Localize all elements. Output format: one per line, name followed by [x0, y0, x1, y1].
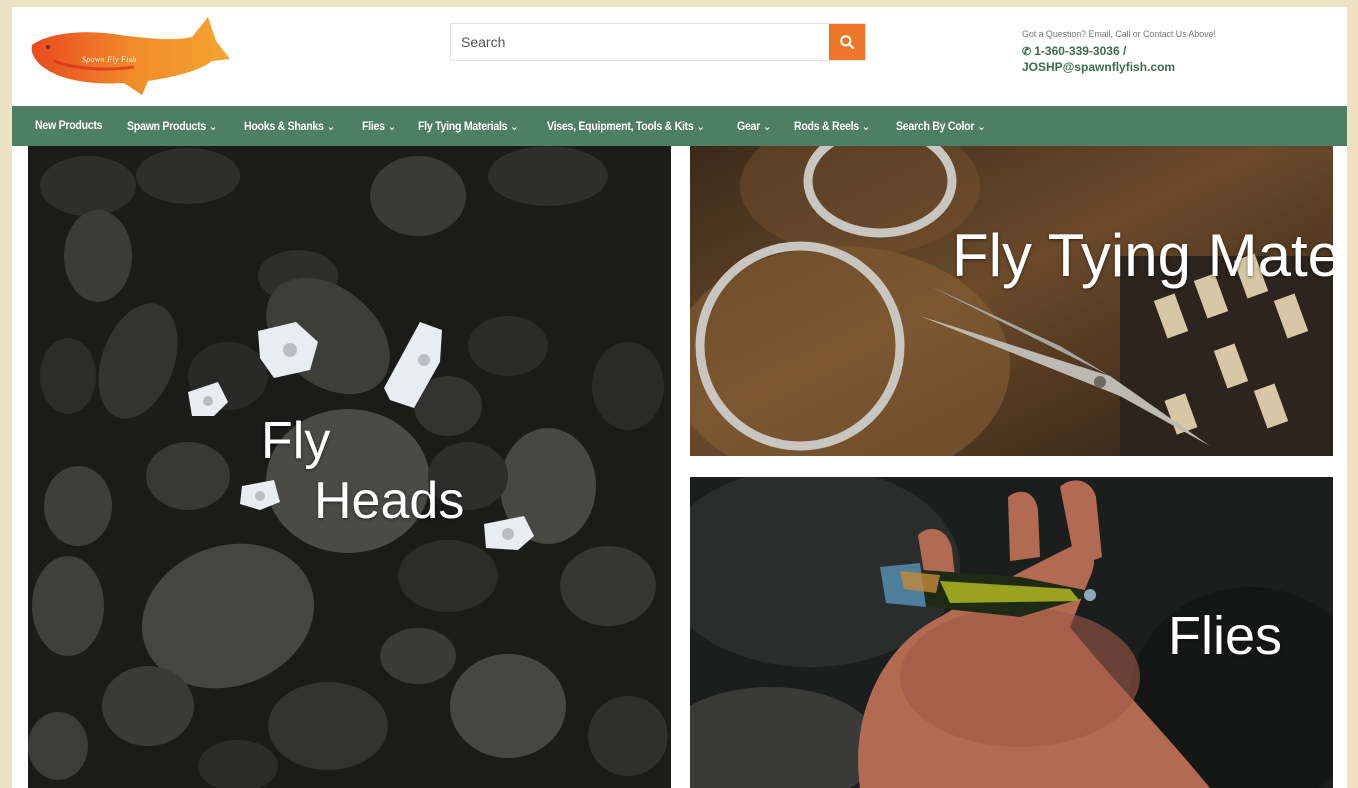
phone-icon: ✆: [1022, 45, 1032, 58]
contact-phone[interactable]: ✆ 1-360-339-3036 /: [1022, 44, 1282, 58]
main-nav: New Products Spawn Products ⌄ Hooks & Sha…: [12, 106, 1347, 146]
contact-info: Got a Question? Email, Call or Contact U…: [1022, 29, 1282, 74]
search-button[interactable]: [829, 24, 865, 60]
chevron-down-icon: ⌄: [208, 121, 218, 133]
scissors-fur-photo: [690, 146, 1333, 456]
logo-text: Spawn Fly Fish: [82, 55, 137, 64]
site-logo[interactable]: Spawn Fly Fish: [24, 11, 234, 99]
category-tile-fly-heads[interactable]: Fly Heads: [28, 146, 671, 788]
category-tile-fly-tying-materials[interactable]: Fly Tying Materials: [690, 146, 1333, 456]
chevron-down-icon: ⌄: [861, 121, 870, 133]
nav-item-hooks-shanks[interactable]: Hooks & Shanks ⌄: [244, 119, 335, 133]
nav-item-label: Spawn Products: [127, 121, 207, 133]
nav-item-label: Gear: [737, 121, 761, 133]
chevron-down-icon: ⌄: [510, 121, 519, 133]
tile-title: Fly Tying Materials: [952, 222, 1333, 289]
chevron-down-icon: ⌄: [387, 121, 397, 133]
nav-item-vises-equipment[interactable]: Vises, Equipment, Tools & Kits ⌄: [547, 119, 705, 133]
nav-item-label: Fly Tying Materials: [418, 121, 508, 133]
tile-title-line2: Heads: [314, 472, 465, 530]
nav-item-fly-tying-materials[interactable]: Fly Tying Materials ⌄: [418, 119, 519, 133]
nav-item-label: Vises, Equipment, Tools & Kits: [546, 121, 694, 133]
nav-item-rods-reels[interactable]: Rods & Reels ⌄: [793, 119, 871, 133]
nav-item-flies[interactable]: Flies ⌄: [362, 119, 396, 133]
rocks-photo: [28, 146, 671, 788]
nav-item-label: Hooks & Shanks: [244, 121, 324, 133]
tile-title-line1: Fly: [261, 412, 331, 470]
nav-item-new-products[interactable]: New Products: [35, 120, 103, 132]
nav-item-label: Search By Color: [895, 121, 974, 133]
nav-item-label: Flies: [362, 121, 385, 133]
category-tile-flies[interactable]: Flies: [690, 477, 1333, 788]
contact-question: Got a Question? Email, Call or Contact U…: [1022, 29, 1216, 39]
tile-title: Flies: [1168, 606, 1283, 666]
phone-number[interactable]: 1-360-339-3036 /: [1034, 44, 1126, 58]
search-icon: [840, 35, 855, 50]
site-header: Spawn Fly Fish Got a Question? Email, Ca…: [12, 7, 1347, 106]
search-input[interactable]: [451, 24, 829, 60]
chevron-down-icon: ⌄: [976, 121, 986, 133]
page: Spawn Fly Fish Got a Question? Email, Ca…: [12, 7, 1347, 788]
chevron-down-icon: ⌄: [326, 121, 336, 133]
nav-item-search-by-color[interactable]: Search By Color ⌄: [896, 119, 986, 133]
contact-email[interactable]: JOSHP@spawnflyfish.com: [1022, 60, 1282, 74]
nav-item-gear[interactable]: Gear ⌄: [737, 119, 772, 133]
search-bar: [450, 23, 866, 61]
nav-item-label: New Products: [35, 120, 103, 132]
chevron-down-icon: ⌄: [763, 121, 772, 133]
nav-item-label: Rods & Reels: [793, 121, 859, 133]
chevron-down-icon: ⌄: [695, 121, 705, 133]
nav-item-spawn-products[interactable]: Spawn Products ⌄: [127, 119, 218, 133]
